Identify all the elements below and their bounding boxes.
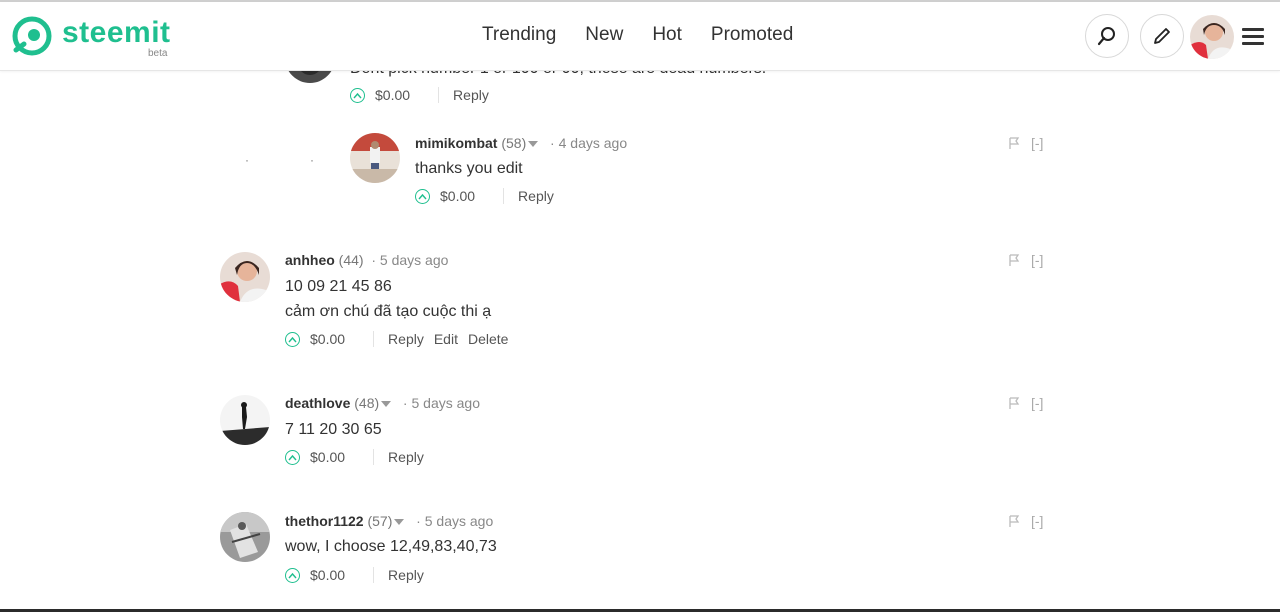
- reply-link[interactable]: Reply: [388, 331, 424, 347]
- upvote-icon[interactable]: [285, 449, 300, 465]
- divider: [373, 449, 375, 465]
- comment-meta: deathlove (48) · 5 days ago: [285, 395, 480, 411]
- compose-button[interactable]: [1140, 14, 1184, 58]
- comment-footer: $0.00 Reply Edit Delete: [285, 331, 518, 347]
- steemit-logo-icon: [12, 16, 52, 56]
- site-header: steemit beta Trending New Hot Promoted: [0, 2, 1280, 71]
- user-avatar-image: [1190, 15, 1234, 59]
- divider: [503, 188, 505, 204]
- chevron-down-icon[interactable]: [528, 140, 539, 147]
- timestamp[interactable]: 5 days ago: [380, 252, 449, 268]
- thread-dot: ·: [245, 153, 249, 167]
- nav-trending[interactable]: Trending: [482, 24, 556, 52]
- pencil-icon: [1154, 28, 1170, 44]
- nav-hot[interactable]: Hot: [652, 24, 682, 52]
- collapse-toggle[interactable]: [-]: [1031, 252, 1043, 268]
- hamburger-menu-icon[interactable]: [1242, 28, 1264, 46]
- payout-value[interactable]: $0.00: [310, 449, 345, 465]
- comment-body: 7 11 20 30 65: [285, 417, 382, 442]
- partial-comment-footer: $0.00 Reply: [350, 87, 499, 103]
- comment-avatar[interactable]: [220, 252, 270, 302]
- flag-icon[interactable]: [1008, 515, 1020, 528]
- author-link[interactable]: thethor1122: [285, 513, 364, 529]
- nav-new[interactable]: New: [585, 24, 623, 52]
- search-button[interactable]: [1085, 14, 1129, 58]
- nav-promoted[interactable]: Promoted: [711, 24, 793, 52]
- collapse-toggle[interactable]: [-]: [1031, 513, 1043, 529]
- author-link[interactable]: anhheo: [285, 252, 335, 268]
- comment-line: 7 11 20 30 65: [285, 421, 382, 438]
- upvote-icon[interactable]: [285, 567, 300, 583]
- flag-icon[interactable]: [1008, 137, 1020, 150]
- upvote-icon[interactable]: [415, 188, 430, 204]
- chevron-down-icon[interactable]: [394, 518, 405, 525]
- reputation: (48): [354, 395, 380, 411]
- comment-body: 10 09 21 45 86 cảm ơn chú đã tạo cuộc th…: [285, 274, 491, 324]
- divider: [438, 87, 440, 103]
- comment-footer: $0.00 Reply: [285, 567, 434, 583]
- reputation: (57): [367, 513, 393, 529]
- comment-meta: mimikombat (58) · 4 days ago: [415, 135, 628, 151]
- collapse-toggle[interactable]: [-]: [1031, 395, 1043, 411]
- logo-text: steemit: [62, 16, 171, 49]
- delete-link[interactable]: Delete: [468, 331, 508, 347]
- comment-footer: $0.00 Reply: [415, 188, 564, 204]
- edit-link[interactable]: Edit: [434, 331, 458, 347]
- timestamp[interactable]: 5 days ago: [412, 395, 481, 411]
- thread-dot: ·: [310, 153, 314, 167]
- steemit-logo[interactable]: steemit beta: [12, 14, 182, 59]
- upvote-icon[interactable]: [285, 331, 300, 347]
- timestamp[interactable]: 4 days ago: [559, 135, 628, 151]
- reply-link[interactable]: Reply: [388, 567, 424, 583]
- flag-icon[interactable]: [1008, 254, 1020, 267]
- divider: [373, 331, 375, 347]
- search-icon: [1097, 27, 1115, 46]
- comment-line: wow, I choose 12,49,83,40,73: [285, 538, 497, 555]
- comment-body: wow, I choose 12,49,83,40,73: [285, 534, 497, 559]
- payout-value[interactable]: $0.00: [310, 567, 345, 583]
- reply-link[interactable]: Reply: [388, 449, 424, 465]
- comment-meta: thethor1122 (57) · 5 days ago: [285, 513, 494, 529]
- chevron-down-icon[interactable]: [381, 400, 392, 407]
- comment-avatar[interactable]: [220, 512, 270, 562]
- payout-value[interactable]: $0.00: [375, 87, 410, 103]
- comment-footer: $0.00 Reply: [285, 449, 434, 465]
- comment-line: cảm ơn chú đã tạo cuộc thi ạ: [285, 303, 492, 320]
- collapse-toggle[interactable]: [-]: [1031, 135, 1043, 151]
- upvote-icon[interactable]: [350, 87, 365, 103]
- reply-link[interactable]: Reply: [453, 87, 489, 103]
- user-avatar[interactable]: [1190, 15, 1234, 59]
- author-link[interactable]: mimikombat: [415, 135, 497, 151]
- comment-line: 10 09 21 45 86: [285, 278, 392, 295]
- comment-avatar[interactable]: [350, 133, 400, 183]
- beta-badge: beta: [148, 48, 168, 59]
- timestamp[interactable]: 5 days ago: [425, 513, 494, 529]
- divider: [373, 567, 375, 583]
- main-nav: Trending New Hot Promoted: [482, 24, 793, 52]
- author-link[interactable]: deathlove: [285, 395, 350, 411]
- payout-value[interactable]: $0.00: [310, 331, 345, 347]
- payout-value[interactable]: $0.00: [440, 188, 475, 204]
- reputation: (44): [338, 252, 364, 268]
- reply-link[interactable]: Reply: [518, 188, 554, 204]
- comment-body: thanks you edit: [415, 156, 523, 181]
- comment-line: thanks you edit: [415, 160, 523, 177]
- comment-avatar[interactable]: [220, 395, 270, 445]
- flag-icon[interactable]: [1008, 397, 1020, 410]
- reputation: (58): [501, 135, 527, 151]
- comment-meta: anhheo (44) · 5 days ago: [285, 252, 449, 268]
